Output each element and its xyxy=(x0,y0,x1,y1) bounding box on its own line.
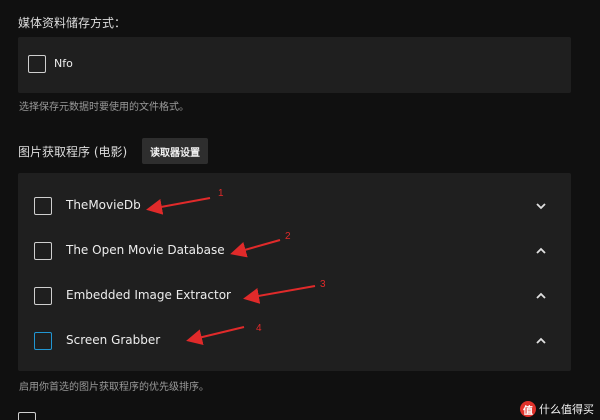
fetcher-row-embedded: Embedded Image Extractor xyxy=(18,274,571,319)
fetcher-settings-button[interactable]: 读取器设置 xyxy=(142,138,208,164)
fetcher-label: Embedded Image Extractor xyxy=(66,288,231,302)
watermark: 值 什么值得买 xyxy=(520,401,594,417)
media-storage-hint: 选择保存元数据时要使用的文件格式。 xyxy=(19,102,189,113)
fetcher-label: The Open Movie Database xyxy=(66,243,225,257)
image-fetchers-hint: 启用你首选的图片获取程序的优先级排序。 xyxy=(19,382,209,393)
nfo-label: Nfo xyxy=(54,57,73,70)
watermark-logo: 值 xyxy=(520,401,536,417)
fetcher-row-themoviedb: TheMovieDb xyxy=(18,184,571,229)
fetcher-checkbox-screen-grabber[interactable] xyxy=(34,332,52,350)
fetcher-label: Screen Grabber xyxy=(66,333,161,347)
fetcher-row-screen-grabber: Screen Grabber xyxy=(18,319,571,364)
fetcher-row-omdb: The Open Movie Database xyxy=(18,229,571,274)
media-storage-panel: Nfo xyxy=(18,37,571,93)
fetcher-label: TheMovieDb xyxy=(66,198,141,212)
nfo-checkbox[interactable] xyxy=(28,55,46,73)
media-storage-heading: 媒体资料储存方式： xyxy=(18,16,127,30)
partial-checkbox[interactable] xyxy=(18,412,36,420)
image-fetchers-heading: 图片获取程序 (电影) xyxy=(18,145,128,159)
watermark-text: 什么值得买 xyxy=(539,403,594,416)
fetcher-checkbox-themoviedb[interactable] xyxy=(34,197,52,215)
chevron-up-icon[interactable] xyxy=(533,243,549,259)
chevron-down-icon[interactable] xyxy=(533,198,549,214)
chevron-up-icon[interactable] xyxy=(533,333,549,349)
fetcher-checkbox-omdb[interactable] xyxy=(34,242,52,260)
fetcher-checkbox-embedded[interactable] xyxy=(34,287,52,305)
chevron-up-icon[interactable] xyxy=(533,288,549,304)
